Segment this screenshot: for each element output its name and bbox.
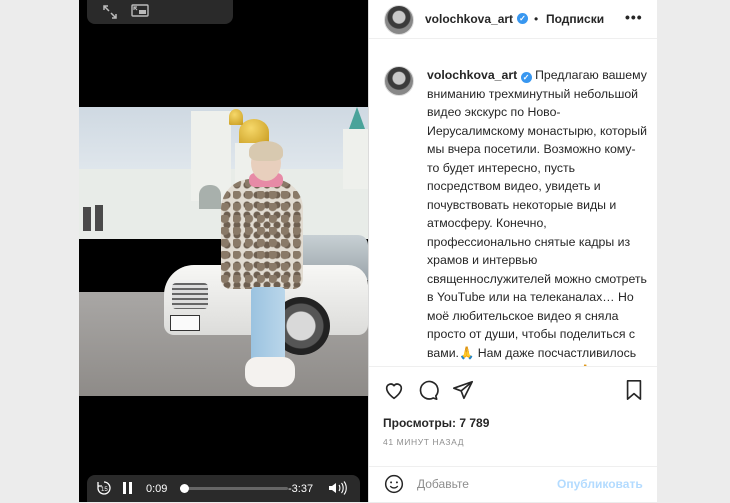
- woman-hair: [249, 141, 283, 161]
- emoji-icon[interactable]: [384, 474, 404, 494]
- person: [95, 205, 103, 231]
- video-player[interactable]: 15 0:09 -3:37: [79, 0, 368, 502]
- comment-input[interactable]: [417, 477, 547, 491]
- pause-icon[interactable]: [121, 480, 135, 500]
- caption-username[interactable]: volochkova_art: [427, 68, 517, 82]
- green-roof: [349, 107, 365, 129]
- post-actions: Просмотры: 7 789 41 МИНУТ НАЗАД: [369, 366, 657, 467]
- rewind-15-icon[interactable]: 15: [96, 480, 112, 500]
- woman-jeans: [251, 287, 285, 367]
- corner-tower: [343, 129, 368, 189]
- following-button[interactable]: Подписки: [546, 12, 604, 26]
- comment-icon[interactable]: [417, 379, 439, 401]
- caption-avatar[interactable]: [384, 66, 414, 96]
- video-progress-bar[interactable]: [180, 484, 288, 493]
- expand-icon[interactable]: [101, 4, 119, 20]
- verified-icon: ✓: [520, 72, 532, 83]
- share-send-icon[interactable]: [452, 379, 474, 401]
- header-username[interactable]: volochkova_art: [425, 12, 513, 26]
- video-top-controls: [87, 0, 233, 24]
- video-frame: [79, 107, 368, 396]
- gold-dome-small: [229, 109, 243, 125]
- current-time: 0:09: [146, 483, 168, 495]
- separator-dot: •: [534, 12, 539, 26]
- caption-body: Предлагаю вашему вниманию трехминутный н…: [427, 68, 647, 366]
- bookmark-icon[interactable]: [623, 379, 645, 401]
- person: [83, 207, 91, 231]
- more-horizontal-icon[interactable]: •••: [625, 9, 643, 25]
- post-details-panel: volochkova_art ✓ • Подписки ••• volochko…: [368, 0, 657, 502]
- remaining-time: -3:37: [288, 483, 314, 495]
- views-count: Просмотры: 7 789: [383, 416, 490, 430]
- video-bottom-controls: 15 0:09 -3:37: [87, 475, 360, 502]
- white-boots: [245, 357, 295, 387]
- caption-area: volochkova_art ✓ Предлагаю вашему вниман…: [369, 48, 657, 366]
- gate-arch: [199, 185, 221, 209]
- page-background-left: [0, 0, 79, 502]
- publish-button[interactable]: Опубликовать: [557, 477, 643, 491]
- caption: volochkova_art ✓ Предлагаю вашему вниман…: [427, 66, 647, 366]
- verified-icon: ✓: [517, 13, 528, 24]
- avatar[interactable]: [384, 5, 414, 35]
- svg-text:15: 15: [101, 487, 108, 493]
- like-heart-icon[interactable]: [383, 379, 405, 401]
- timestamp[interactable]: 41 МИНУТ НАЗАД: [383, 437, 464, 447]
- comment-box: Опубликовать: [369, 466, 657, 503]
- volume-icon[interactable]: [327, 480, 347, 500]
- picture-in-picture-icon[interactable]: [131, 4, 149, 20]
- woman-fur-coat: [221, 179, 303, 289]
- video-progress-knob[interactable]: [180, 484, 190, 493]
- page-background-right: [656, 0, 730, 502]
- post-header: volochkova_art ✓ • Подписки •••: [369, 0, 657, 39]
